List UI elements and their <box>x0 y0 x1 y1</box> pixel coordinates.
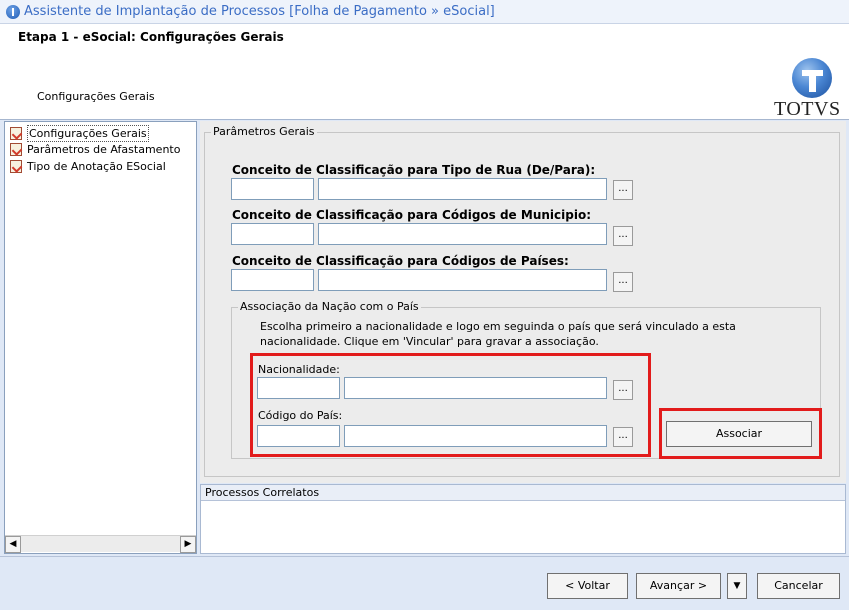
step-subtitle: Configurações Gerais <box>37 90 155 103</box>
country-description-input[interactable] <box>344 425 607 447</box>
tipo-rua-browse-button[interactable]: ... <box>613 180 633 200</box>
steps-tree: Configurações Gerais Parâmetros de Afast… <box>4 121 197 554</box>
tree-item-label: Tipo de Anotação ESocial <box>27 160 166 173</box>
step-title: Etapa 1 - eSocial: Configurações Gerais <box>18 30 284 44</box>
checklist-icon <box>10 143 22 156</box>
logo-text: TOTVS <box>774 98 841 120</box>
associate-button[interactable]: Associar <box>666 421 812 447</box>
tipo-rua-code-input[interactable] <box>231 178 314 200</box>
paises-browse-button[interactable]: ... <box>613 272 633 292</box>
logo-t-stem <box>809 70 816 92</box>
nationality-label: Nacionalidade: <box>258 363 340 376</box>
checklist-icon <box>10 160 22 173</box>
related-processes-title: Processos Correlatos <box>201 485 845 501</box>
association-instructions-line2: nacionalidade. Clique em 'Vincular' para… <box>260 335 599 348</box>
scroll-left-icon[interactable]: ◀ <box>5 536 21 553</box>
next-button[interactable]: Avançar > <box>636 573 721 599</box>
params-group-title: Parâmetros Gerais <box>211 125 317 138</box>
association-instructions-line1: Escolha primeiro a nacionalidade e logo … <box>260 320 736 333</box>
tipo-rua-description-input[interactable] <box>318 178 607 200</box>
main-panel: Parâmetros Gerais Conceito de Classifica… <box>200 121 846 483</box>
back-button[interactable]: < Voltar <box>547 573 628 599</box>
tree-horizontal-scrollbar[interactable]: ◀ ▶ <box>5 535 196 553</box>
paises-label: Conceito de Classificação para Códigos d… <box>232 254 569 268</box>
cancel-button[interactable]: Cancelar <box>757 573 840 599</box>
nationality-browse-button[interactable]: ... <box>613 380 633 400</box>
tree-item-label: Configurações Gerais <box>27 125 149 142</box>
country-browse-button[interactable]: ... <box>613 427 633 447</box>
country-code-label: Código do País: <box>258 409 343 422</box>
association-group-title: Associação da Nação com o País <box>238 300 421 313</box>
municipio-code-input[interactable] <box>231 223 314 245</box>
app-icon <box>6 5 20 19</box>
municipio-description-input[interactable] <box>318 223 607 245</box>
nationality-code-input[interactable] <box>257 377 340 399</box>
paises-description-input[interactable] <box>318 269 607 291</box>
checklist-icon <box>10 127 22 140</box>
municipio-browse-button[interactable]: ... <box>613 226 633 246</box>
country-code-input[interactable] <box>257 425 340 447</box>
window-title: Assistente de Implantação de Processos [… <box>24 4 495 19</box>
wizard-footer: < Voltar Avançar > ▼ Cancelar <box>0 556 849 610</box>
scroll-right-icon[interactable]: ▶ <box>180 536 196 553</box>
municipio-label: Conceito de Classificação para Códigos d… <box>232 208 591 222</box>
paises-code-input[interactable] <box>231 269 314 291</box>
nationality-description-input[interactable] <box>344 377 607 399</box>
tree-item-label: Parâmetros de Afastamento <box>27 143 181 156</box>
related-processes-panel: Processos Correlatos <box>200 484 846 554</box>
next-dropdown-button[interactable]: ▼ <box>727 573 747 599</box>
tipo-rua-label: Conceito de Classificação para Tipo de R… <box>232 163 596 177</box>
